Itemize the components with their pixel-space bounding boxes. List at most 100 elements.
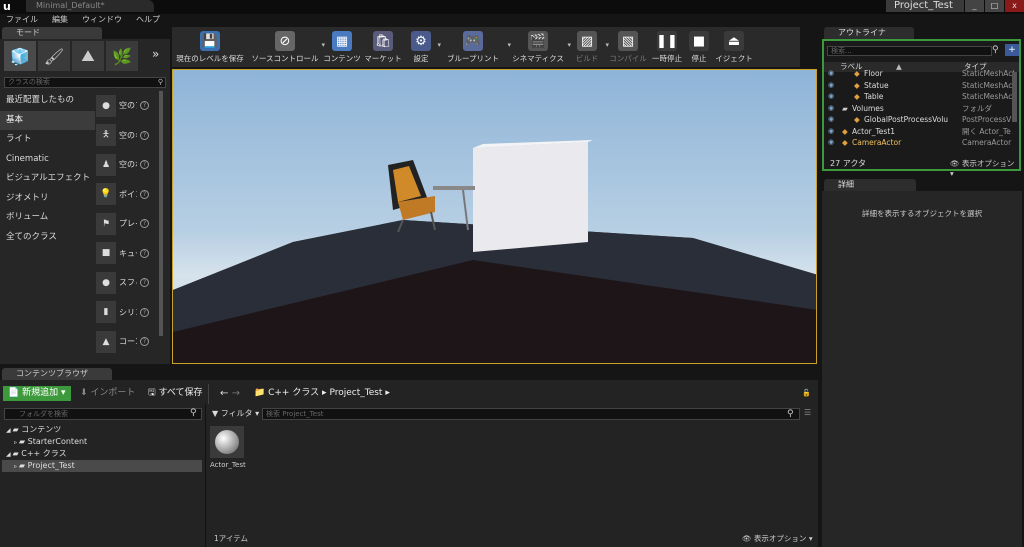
foliage-mode-button[interactable]: 🌿 xyxy=(106,41,138,71)
save-search-icon[interactable]: ☰ xyxy=(804,408,811,417)
folder-tree-item[interactable]: ◢ ▰ コンテンツ xyxy=(2,424,202,436)
help-icon[interactable]: ? xyxy=(140,278,149,288)
blueprint-button[interactable]: 🎮 ブループリント ▾ xyxy=(438,27,511,67)
menu-edit[interactable]: 編集 xyxy=(52,14,68,26)
save-button[interactable]: 💾 現在のレベルを保存 xyxy=(172,27,248,67)
splitter[interactable] xyxy=(205,404,206,547)
category-item[interactable]: Cinematic xyxy=(0,150,95,170)
folder-search-input[interactable]: フォルダを検索 xyxy=(4,408,202,420)
category-item[interactable]: 基本 xyxy=(0,110,95,130)
help-icon[interactable]: ? xyxy=(140,248,149,258)
outliner-row[interactable]: ◉ ◆ Actor_Test1 開く Actor_Te xyxy=(824,126,1014,138)
menu-file[interactable]: ファイル xyxy=(6,14,38,26)
folder-tree-item[interactable]: ▹ ▰ Project_Test xyxy=(2,460,202,472)
placeable-item[interactable]: ●スフィ? xyxy=(96,268,158,298)
outliner-tab[interactable]: アウトライナ xyxy=(824,27,914,39)
placeable-item[interactable]: 💡ポイン? xyxy=(96,180,158,210)
visibility-eye-icon[interactable]: ◉ xyxy=(828,103,834,115)
folder-tree-item[interactable]: ◢ ▰ C++ クラス xyxy=(2,448,202,460)
eject-button[interactable]: ⏏ イジェクト xyxy=(714,27,754,67)
stop-button[interactable]: ■ 停止 xyxy=(684,27,714,67)
menu-window[interactable]: ウィンドウ xyxy=(82,14,122,26)
paint-mode-button[interactable]: 🖌 xyxy=(38,41,70,71)
marketplace-button[interactable]: 🛍 マーケット xyxy=(362,27,404,67)
visibility-eye-icon[interactable]: ◉ xyxy=(828,137,834,149)
add-actor-button[interactable]: + xyxy=(1005,44,1019,56)
eye-icon: 👁 xyxy=(950,159,960,168)
class-search-input[interactable]: クラスの検索 ⚲ xyxy=(4,77,166,88)
filter-button[interactable]: ▼ フィルタ ▾ xyxy=(212,408,259,420)
more-modes-icon[interactable]: » xyxy=(152,47,159,61)
category-item[interactable]: ライト xyxy=(0,130,95,150)
back-arrow-icon[interactable]: ← xyxy=(220,388,228,399)
help-icon[interactable]: ? xyxy=(140,337,149,347)
pause-button[interactable]: ❚❚ 一時停止 xyxy=(650,27,684,67)
category-item[interactable]: ボリューム xyxy=(0,208,95,228)
level-viewport[interactable] xyxy=(172,69,817,364)
save-all-button[interactable]: 🖫 すべて保存 xyxy=(148,386,203,401)
placeable-item[interactable]: ■キュー? xyxy=(96,239,158,269)
landscape-mode-button[interactable]: ⛰ xyxy=(72,41,104,71)
toolbar-label: 現在のレベルを保存 xyxy=(176,54,244,63)
placeable-item[interactable]: ♟空のボ? xyxy=(96,150,158,180)
asset-search-input[interactable]: 検索 Project_Test xyxy=(262,408,800,420)
unreal-logo-icon[interactable]: u xyxy=(3,0,19,14)
category-item[interactable]: ビジュアルエフェクト xyxy=(0,169,95,189)
details-tab[interactable]: 詳細 xyxy=(824,179,916,191)
outliner-row[interactable]: ◉ ◆ GlobalPostProcessVolu PostProcessV xyxy=(824,114,1014,126)
breadcrumb-item[interactable]: Project_Test xyxy=(329,388,382,398)
placeable-item[interactable]: ▲コーン? xyxy=(96,327,158,357)
visibility-eye-icon[interactable]: ◉ xyxy=(828,68,834,80)
cinematics-button[interactable]: 🎬 シネマティクス ▾ xyxy=(508,27,571,67)
outliner-scrollbar[interactable] xyxy=(1012,72,1017,122)
outliner-row[interactable]: ◉ ◆ Statue StaticMeshAct xyxy=(824,80,1014,92)
placeable-item[interactable]: ⚑プレイ? xyxy=(96,209,158,239)
import-button[interactable]: ⬇ インポート xyxy=(80,386,135,401)
menu-help[interactable]: ヘルプ xyxy=(136,14,160,26)
content-browser-tab[interactable]: コンテンツブラウザ xyxy=(2,368,112,380)
asset-tile[interactable]: Actor_Test xyxy=(210,426,246,469)
help-icon[interactable]: ? xyxy=(140,130,149,140)
content-view-options-button[interactable]: 👁 表示オプション ▾ xyxy=(742,533,813,544)
help-icon[interactable]: ? xyxy=(140,160,149,170)
close-button[interactable]: x xyxy=(1005,0,1024,12)
forward-arrow-icon[interactable]: → xyxy=(232,388,240,399)
help-icon[interactable]: ? xyxy=(140,307,149,317)
outliner-row-type: StaticMeshAct xyxy=(962,69,1014,78)
place-mode-button[interactable]: 🧊 xyxy=(4,41,36,71)
source-control-button[interactable]: ⊘ ソースコントロール ▾ xyxy=(248,27,325,67)
minimize-button[interactable]: _ xyxy=(965,0,984,12)
folder-tree-item[interactable]: ▹ ▰ StarterContent xyxy=(2,436,202,448)
placeable-item[interactable]: ●空のア? xyxy=(96,91,158,121)
category-item[interactable]: 全てのクラス xyxy=(0,228,95,248)
help-icon[interactable]: ? xyxy=(140,219,149,229)
outliner-row[interactable]: ◉ ◆ Table StaticMeshAct xyxy=(824,91,1014,103)
visibility-eye-icon[interactable]: ◉ xyxy=(828,114,834,126)
chevron-right-icon[interactable]: ▸ xyxy=(385,388,390,398)
outliner-search-input[interactable]: 検索... xyxy=(827,46,992,56)
help-icon[interactable]: ? xyxy=(140,189,149,199)
placeable-scrollbar[interactable] xyxy=(159,91,163,336)
help-icon[interactable]: ? xyxy=(140,101,149,111)
settings-button[interactable]: ⚙ 設定 ▾ xyxy=(404,27,441,67)
visibility-eye-icon[interactable]: ◉ xyxy=(828,126,834,138)
modes-tab[interactable]: モード xyxy=(2,27,102,39)
outliner-row-label: GlobalPostProcessVolu xyxy=(864,115,949,124)
placeable-item[interactable]: 🯅空のキ? xyxy=(96,121,158,151)
placeable-item[interactable]: ▮シリン? xyxy=(96,298,158,328)
level-document-tab[interactable]: Minimal_Default* xyxy=(26,0,154,12)
outliner-row-label: Volumes xyxy=(852,103,884,113)
visibility-eye-icon[interactable]: ◉ xyxy=(828,91,834,103)
lock-icon[interactable]: 🔓 xyxy=(802,389,811,397)
maximize-button[interactable]: □ xyxy=(985,0,1004,12)
breadcrumb-item[interactable]: C++ クラス xyxy=(268,388,319,398)
outliner-row[interactable]: ◉ ◆ CameraActor CameraActor xyxy=(824,137,1014,149)
content-button[interactable]: ▦ コンテンツ xyxy=(322,27,362,67)
visibility-eye-icon[interactable]: ◉ xyxy=(828,80,834,92)
category-item[interactable]: ジオメトリ xyxy=(0,189,95,209)
outliner-row[interactable]: ◉ ◆ Floor StaticMeshAct xyxy=(824,68,1014,80)
category-item[interactable]: 最近配置したもの xyxy=(0,91,95,111)
add-new-button[interactable]: 📄 新規追加 ▾ xyxy=(3,386,71,401)
outliner-row[interactable]: ◉ ▰ Volumes フォルダ xyxy=(824,103,1014,115)
outliner-view-options-button[interactable]: 👁 表示オプション ▾ xyxy=(950,158,1019,178)
